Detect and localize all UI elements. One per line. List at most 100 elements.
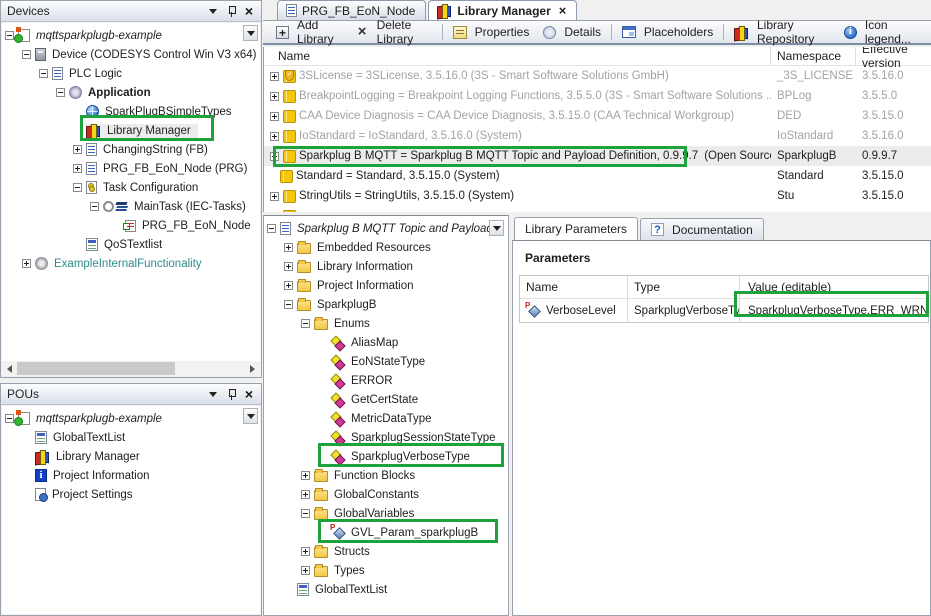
- libtree-enums[interactable]: Enums: [264, 314, 508, 333]
- collapse-icon[interactable]: [267, 224, 276, 233]
- libtree-project-information[interactable]: Project Information: [264, 276, 508, 295]
- pous-pin-button[interactable]: [223, 387, 239, 402]
- devices-item-sparkplugb-simpletypes[interactable]: SparkPlugBSimpleTypes: [2, 102, 260, 121]
- delete-library-button[interactable]: Delete Library: [349, 22, 439, 43]
- expand-icon[interactable]: [270, 192, 279, 201]
- library-row-iostandard[interactable]: IoStandard = IoStandard, 3.5.16.0 (Syste…: [264, 126, 931, 146]
- parameter-row-verboselevel[interactable]: VerboseLevel SparkplugVerboseType Sparkp…: [520, 299, 928, 322]
- collapse-icon[interactable]: [39, 69, 48, 78]
- tab-library-parameters[interactable]: Library Parameters: [514, 217, 638, 240]
- parameter-value-editable[interactable]: SparkplugVerboseType.ERR_WRN: [740, 305, 928, 317]
- library-row-stringutils[interactable]: StringUtils = StringUtils, 3.5.15.0 (Sys…: [264, 186, 931, 206]
- libtree-root-combo-button[interactable]: [489, 220, 504, 236]
- devices-close-button[interactable]: [241, 4, 257, 19]
- column-header-name[interactable]: Name: [264, 47, 771, 65]
- devices-item-library-manager[interactable]: Library Manager: [2, 121, 260, 140]
- pous-item-project-information[interactable]: Project Information: [2, 466, 260, 485]
- libtree-sparkplugverbosetype[interactable]: SparkplugVerboseType: [264, 447, 508, 466]
- tab-library-manager[interactable]: Library Manager: [428, 0, 577, 20]
- column-header-type[interactable]: Type: [628, 276, 740, 298]
- libtree-globalconstants[interactable]: GlobalConstants: [264, 485, 508, 504]
- tab-documentation[interactable]: Documentation: [640, 218, 764, 240]
- column-header-value[interactable]: Value (editable): [740, 280, 928, 294]
- tab-close-icon[interactable]: [559, 3, 567, 18]
- collapse-icon[interactable]: [5, 414, 14, 423]
- devices-item-changingstring[interactable]: ChangingString (FB): [2, 140, 260, 159]
- pous-root-combo-button[interactable]: [243, 408, 258, 424]
- expand-icon[interactable]: [284, 262, 293, 271]
- pous-item-project-settings[interactable]: Project Settings: [2, 485, 260, 504]
- column-header-version[interactable]: Effective version: [856, 47, 931, 70]
- expand-icon[interactable]: [284, 243, 293, 252]
- expand-icon[interactable]: [284, 281, 293, 290]
- scroll-left-icon[interactable]: [2, 361, 17, 376]
- expand-icon[interactable]: [22, 259, 31, 268]
- expand-icon[interactable]: [270, 72, 279, 81]
- devices-root-combo-button[interactable]: [243, 25, 258, 41]
- expand-icon[interactable]: [301, 471, 310, 480]
- library-repository-button[interactable]: Library Repository: [727, 22, 837, 43]
- icon-legend-button[interactable]: Icon legend...: [837, 22, 925, 43]
- collapse-icon[interactable]: [301, 509, 310, 518]
- expand-icon[interactable]: [270, 132, 279, 141]
- pous-menu-button[interactable]: [205, 387, 221, 402]
- pous-close-button[interactable]: [241, 387, 257, 402]
- devices-pin-button[interactable]: [223, 4, 239, 19]
- properties-button[interactable]: Properties: [446, 22, 537, 43]
- collapse-icon[interactable]: [22, 50, 31, 59]
- libtree-types[interactable]: Types: [264, 561, 508, 580]
- devices-menu-button[interactable]: [205, 4, 221, 19]
- collapse-icon[interactable]: [284, 300, 293, 309]
- collapse-icon[interactable]: [56, 88, 65, 97]
- libtree-aliasmap[interactable]: AliasMap: [264, 333, 508, 352]
- devices-item-task-configuration[interactable]: Task Configuration: [2, 178, 260, 197]
- expand-icon[interactable]: [270, 92, 279, 101]
- expand-icon[interactable]: [270, 212, 279, 213]
- devices-item-project-root[interactable]: mqttsparkplugb-example: [2, 26, 260, 45]
- devices-item-example-internal-functionality[interactable]: ExampleInternalFunctionality: [2, 254, 260, 273]
- add-library-button[interactable]: Add Library: [269, 22, 349, 43]
- libtree-library-information[interactable]: Library Information: [264, 257, 508, 276]
- libtree-globaltextlist[interactable]: GlobalTextList: [264, 580, 508, 599]
- placeholders-button[interactable]: Placeholders: [615, 22, 720, 43]
- scrollbar-thumb[interactable]: [17, 362, 175, 375]
- expand-icon[interactable]: [301, 490, 310, 499]
- libtree-sparkplugb[interactable]: SparkplugB: [264, 295, 508, 314]
- libtree-embedded-resources[interactable]: Embedded Resources: [264, 238, 508, 257]
- libtree-eonstatetype[interactable]: EoNStateType: [264, 352, 508, 371]
- devices-item-qostextlist[interactable]: QoSTextlist: [2, 235, 260, 254]
- devices-item-plc-logic[interactable]: PLC Logic: [2, 64, 260, 83]
- library-row-3slicense[interactable]: 3SLicense = 3SLicense, 3.5.16.0 (3S - Sm…: [264, 66, 931, 86]
- expand-icon[interactable]: [270, 152, 279, 161]
- pous-item-project-root[interactable]: mqttsparkplugb-example: [2, 409, 260, 428]
- devices-item-device[interactable]: Device (CODESYS Control Win V3 x64): [2, 45, 260, 64]
- collapse-icon[interactable]: [73, 183, 82, 192]
- collapse-icon[interactable]: [5, 31, 14, 40]
- collapse-icon[interactable]: [90, 202, 99, 211]
- expand-icon[interactable]: [73, 145, 82, 154]
- expand-icon[interactable]: [301, 547, 310, 556]
- libtree-getcertstate[interactable]: GetCertState: [264, 390, 508, 409]
- libtree-globalvariables[interactable]: GlobalVariables: [264, 504, 508, 523]
- library-row-caa-device-diagnosis[interactable]: CAA Device Diagnosis = CAA Device Diagno…: [264, 106, 931, 126]
- libtree-gvl-param-sparkplugb[interactable]: GVL_Param_sparkplugB: [264, 523, 508, 542]
- library-row-standard[interactable]: Standard = Standard, 3.5.15.0 (System) S…: [264, 166, 931, 186]
- libtree-root[interactable]: Sparkplug B MQTT Topic and Payload: [264, 219, 508, 238]
- libtree-function-blocks[interactable]: Function Blocks: [264, 466, 508, 485]
- details-button[interactable]: Details: [536, 22, 608, 43]
- libtree-structs[interactable]: Structs: [264, 542, 508, 561]
- devices-item-prg-fb-eon-node[interactable]: PRG_FB_EoN_Node (PRG): [2, 159, 260, 178]
- library-row-breakpointlogging[interactable]: BreakpointLogging = Breakpoint Logging F…: [264, 86, 931, 106]
- expand-icon[interactable]: [270, 112, 279, 121]
- devices-item-prg-fb-eon-node-call[interactable]: PRG_FB_EoN_Node: [2, 216, 260, 235]
- devices-horizontal-scrollbar[interactable]: [2, 361, 260, 376]
- expand-icon[interactable]: [301, 566, 310, 575]
- tab-prg-fb-eon-node[interactable]: PRG_FB_EoN_Node: [277, 0, 426, 20]
- pous-item-library-manager[interactable]: Library Manager: [2, 447, 260, 466]
- devices-item-application[interactable]: Application: [2, 83, 260, 102]
- column-header-name[interactable]: Name: [520, 276, 628, 298]
- scroll-right-icon[interactable]: [245, 361, 260, 376]
- library-row-sparkplug-b-mqtt[interactable]: Sparkplug B MQTT = Sparkplug B MQTT Topi…: [264, 146, 931, 166]
- libtree-error[interactable]: ERROR: [264, 371, 508, 390]
- expand-icon[interactable]: [73, 164, 82, 173]
